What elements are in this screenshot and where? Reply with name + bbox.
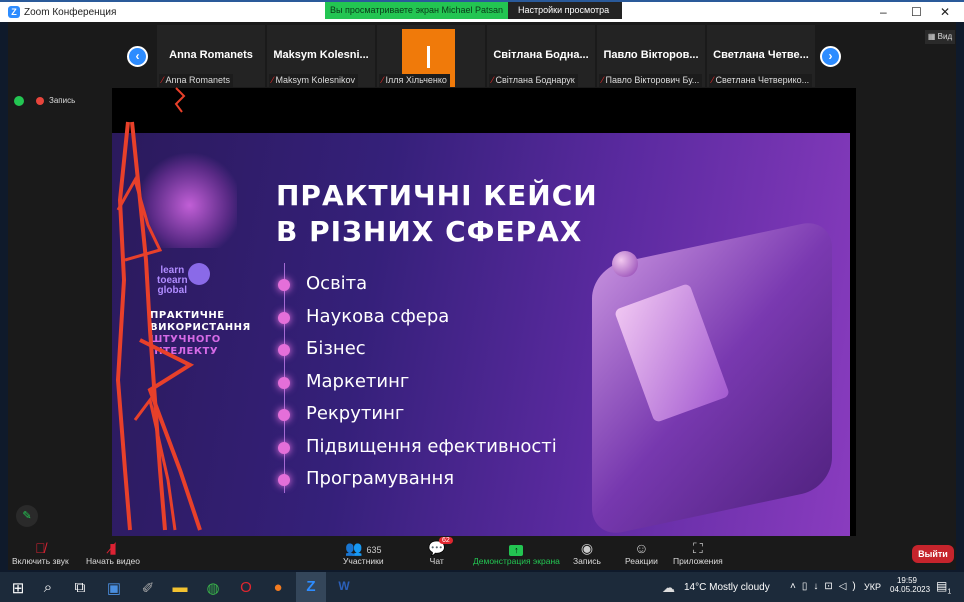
chrome-icon[interactable]: ◍ (203, 579, 223, 597)
word-icon[interactable]: W (334, 579, 354, 593)
unmute-button[interactable]: 🎙̸ Включить звук (12, 540, 69, 566)
video-off-icon: ▮̸ (109, 540, 117, 556)
annotate-pencil-icon[interactable]: ✎ (16, 505, 38, 527)
chat-badge: 62 (439, 537, 453, 544)
reactions-icon: ☺ (634, 540, 649, 556)
language-indicator[interactable]: УКР (864, 582, 881, 592)
opera-icon[interactable]: O (236, 579, 256, 596)
clock[interactable]: 19:59 04.05.2023 (890, 576, 930, 594)
apps-button[interactable]: ⛶ Приложения (673, 540, 723, 566)
app-icon[interactable]: ✐ (138, 579, 158, 597)
reactions-button[interactable]: ☺ Реакции (625, 540, 658, 566)
apps-icon: ⛶ (692, 540, 703, 556)
weather-icon: ☁ (662, 580, 675, 595)
annotation-drawing (115, 87, 202, 531)
muted-mic-icon: 🎙̸ (35, 540, 46, 556)
firefox-icon[interactable]: ● (268, 579, 288, 596)
start-button[interactable]: ⊞ (8, 579, 28, 597)
system-tray-icons[interactable]: ˄▯↓⊡◁) (790, 581, 862, 592)
start-video-button[interactable]: ▮̸ Начать видео (86, 540, 140, 566)
notifications-icon[interactable]: ▤1 (936, 579, 951, 595)
search-icon[interactable]: ⌕ (38, 579, 58, 596)
leave-button[interactable]: Выйти (912, 545, 954, 563)
weather-text[interactable]: 14°C Mostly cloudy (684, 582, 770, 593)
file-explorer-icon[interactable]: ▬ (170, 579, 190, 596)
share-screen-icon: ↑ (473, 540, 560, 556)
share-screen-button[interactable]: ↑ Демонстрация экрана (473, 540, 560, 566)
record-icon: ◉ (580, 540, 594, 556)
app-icon[interactable]: ▣ (104, 579, 124, 597)
zoom-taskbar-icon[interactable]: Z (296, 572, 326, 602)
windows-taskbar: ⊞ ⌕ ⧉ ▣ ✐ ▬ ◍ O ● Z W ☁ 14°C Mostly clou… (0, 572, 964, 602)
task-view-icon[interactable]: ⧉ (70, 579, 90, 596)
participants-button[interactable]: 👥 635 Участники (343, 540, 384, 566)
participants-icon: 👥 635 (345, 540, 382, 556)
record-button[interactable]: ◉ Запись (573, 540, 601, 566)
